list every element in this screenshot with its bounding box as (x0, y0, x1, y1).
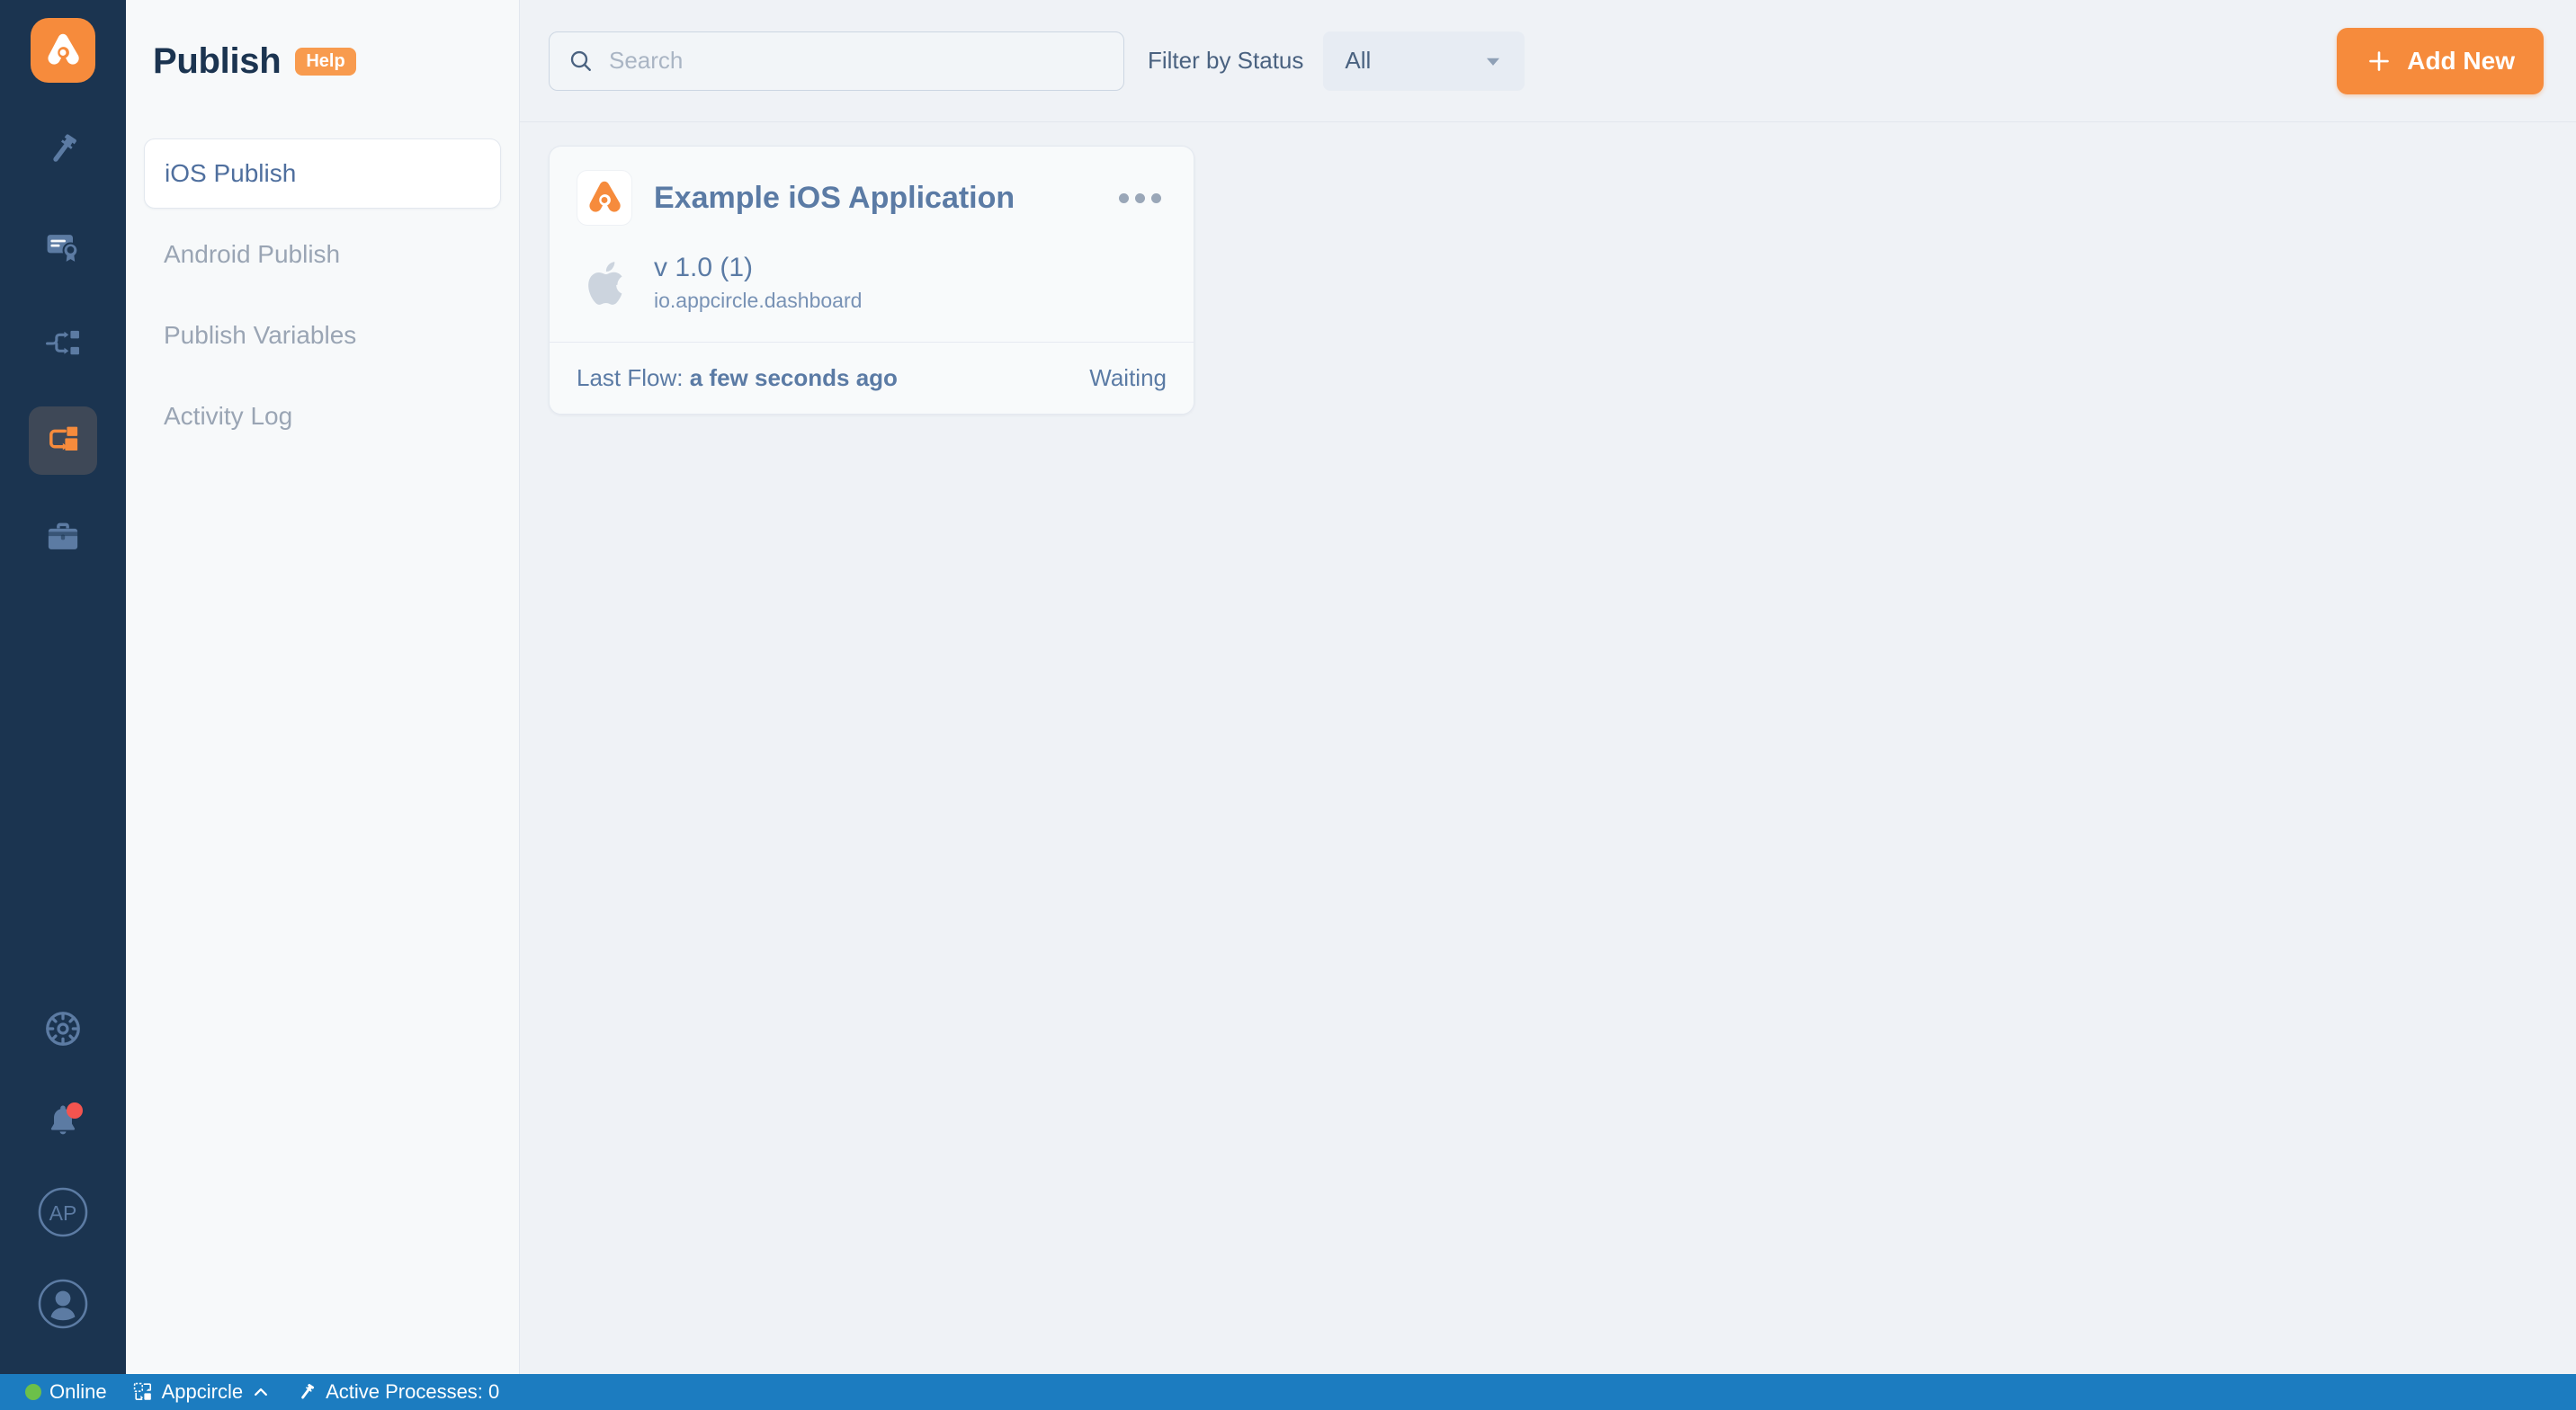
rail-bottom-group: AP (29, 995, 97, 1374)
filter-by-status-label: Filter by Status (1148, 47, 1304, 74)
sidebar-item-label: iOS Publish (165, 159, 297, 187)
user-avatar-icon (37, 1278, 89, 1330)
rail-item-publish[interactable] (29, 406, 97, 475)
sidebar-item-ios-publish[interactable]: iOS Publish (144, 138, 501, 209)
publish-flow-icon (43, 421, 83, 460)
rail-item-distribute[interactable] (29, 309, 97, 378)
app-bundle-id: io.appcircle.dashboard (654, 288, 863, 312)
online-label: Online (49, 1380, 107, 1403)
workspace-row: AP Publish Help iOS Publish Android Publ… (0, 0, 2576, 1374)
primary-icon-rail: AP (0, 0, 126, 1374)
app-card[interactable]: Example iOS Application v 1.0 (1) io.app… (549, 146, 1194, 415)
sidebar-nav: iOS Publish Android Publish Publish Vari… (126, 122, 519, 462)
rail-item-account[interactable] (29, 1270, 97, 1338)
appcircle-app-icon (577, 170, 632, 226)
sidebar-header: Publish Help (126, 0, 519, 122)
app-name: Example iOS Application (654, 180, 1015, 215)
add-new-label: Add New (2407, 46, 2515, 75)
app-card-body: Example iOS Application v 1.0 (1) io.app… (550, 147, 1194, 342)
sidebar-item-publish-variables[interactable]: Publish Variables (144, 300, 501, 370)
rail-item-store-submit[interactable] (29, 504, 97, 572)
sidebar-item-label: Activity Log (164, 402, 293, 430)
sidebar-item-label: Publish Variables (164, 321, 357, 349)
status-remote-appcircle[interactable]: Appcircle (120, 1380, 283, 1404)
distribute-flow-icon (43, 324, 83, 363)
status-filter-value: All (1345, 47, 1372, 74)
sidebar-item-android-publish[interactable]: Android Publish (144, 219, 501, 290)
remote-label: Appcircle (161, 1380, 244, 1403)
status-bar: Online Appcircle Active Processes: 0 (0, 1374, 2576, 1410)
app-card-footer: Last Flow: a few seconds ago Waiting (550, 341, 1194, 414)
app-window: AP Publish Help iOS Publish Android Publ… (0, 0, 2576, 1410)
chevron-up-icon (251, 1382, 271, 1402)
app-card-meta: v 1.0 (1) io.appcircle.dashboard (577, 253, 1167, 315)
app-card-header: Example iOS Application (577, 170, 1167, 226)
appcircle-logo-icon[interactable] (31, 18, 95, 83)
apps-grid: Example iOS Application v 1.0 (1) io.app… (520, 122, 2576, 1374)
active-processes-label: Active Processes: 0 (326, 1380, 500, 1403)
settings-gear-icon (42, 1008, 84, 1049)
organization-avatar-icon: AP (37, 1186, 89, 1238)
briefcase-store-icon (43, 518, 83, 558)
last-flow-time: a few seconds ago (689, 363, 898, 391)
status-online[interactable]: Online (13, 1380, 120, 1404)
search-input[interactable]: Search (549, 31, 1124, 91)
help-badge[interactable]: Help (295, 47, 356, 76)
notification-badge-dot (67, 1102, 83, 1119)
hammer-build-icon (43, 129, 83, 169)
rail-item-organization[interactable]: AP (29, 1178, 97, 1246)
secondary-sidebar: Publish Help iOS Publish Android Publish… (126, 0, 520, 1374)
status-badge: Waiting (1089, 363, 1167, 391)
certificate-signing-icon (43, 227, 83, 266)
page-title: Publish (153, 40, 282, 81)
content-toolbar: Search Filter by Status All Add New (520, 0, 2576, 122)
status-filter-select[interactable]: All (1323, 31, 1525, 91)
plus-icon (2366, 48, 2393, 75)
main-content: Search Filter by Status All Add New Exam… (520, 0, 2576, 1374)
last-flow-info: Last Flow: a few seconds ago (577, 364, 898, 392)
online-indicator-dot (25, 1384, 41, 1400)
rail-item-notifications[interactable] (29, 1086, 97, 1155)
sidebar-item-label: Android Publish (164, 240, 341, 268)
add-new-button[interactable]: Add New (2337, 27, 2544, 94)
search-placeholder-text: Search (609, 47, 684, 74)
chevron-down-icon (1481, 49, 1505, 73)
app-version-block: v 1.0 (1) io.appcircle.dashboard (654, 253, 862, 315)
status-active-processes[interactable]: Active Processes: 0 (283, 1380, 512, 1404)
app-version: v 1.0 (1) (654, 253, 754, 282)
sidebar-item-activity-log[interactable]: Activity Log (144, 381, 501, 451)
remote-window-icon (132, 1381, 154, 1403)
search-icon (568, 48, 595, 75)
svg-text:AP: AP (49, 1201, 77, 1225)
apple-icon (584, 257, 631, 309)
hammer-icon (296, 1381, 318, 1403)
last-flow-prefix: Last Flow: (577, 363, 684, 391)
rail-item-build[interactable] (29, 115, 97, 183)
rail-item-settings[interactable] (29, 995, 97, 1063)
rail-item-signing-identities[interactable] (29, 212, 97, 281)
more-options-icon[interactable] (1114, 184, 1167, 212)
